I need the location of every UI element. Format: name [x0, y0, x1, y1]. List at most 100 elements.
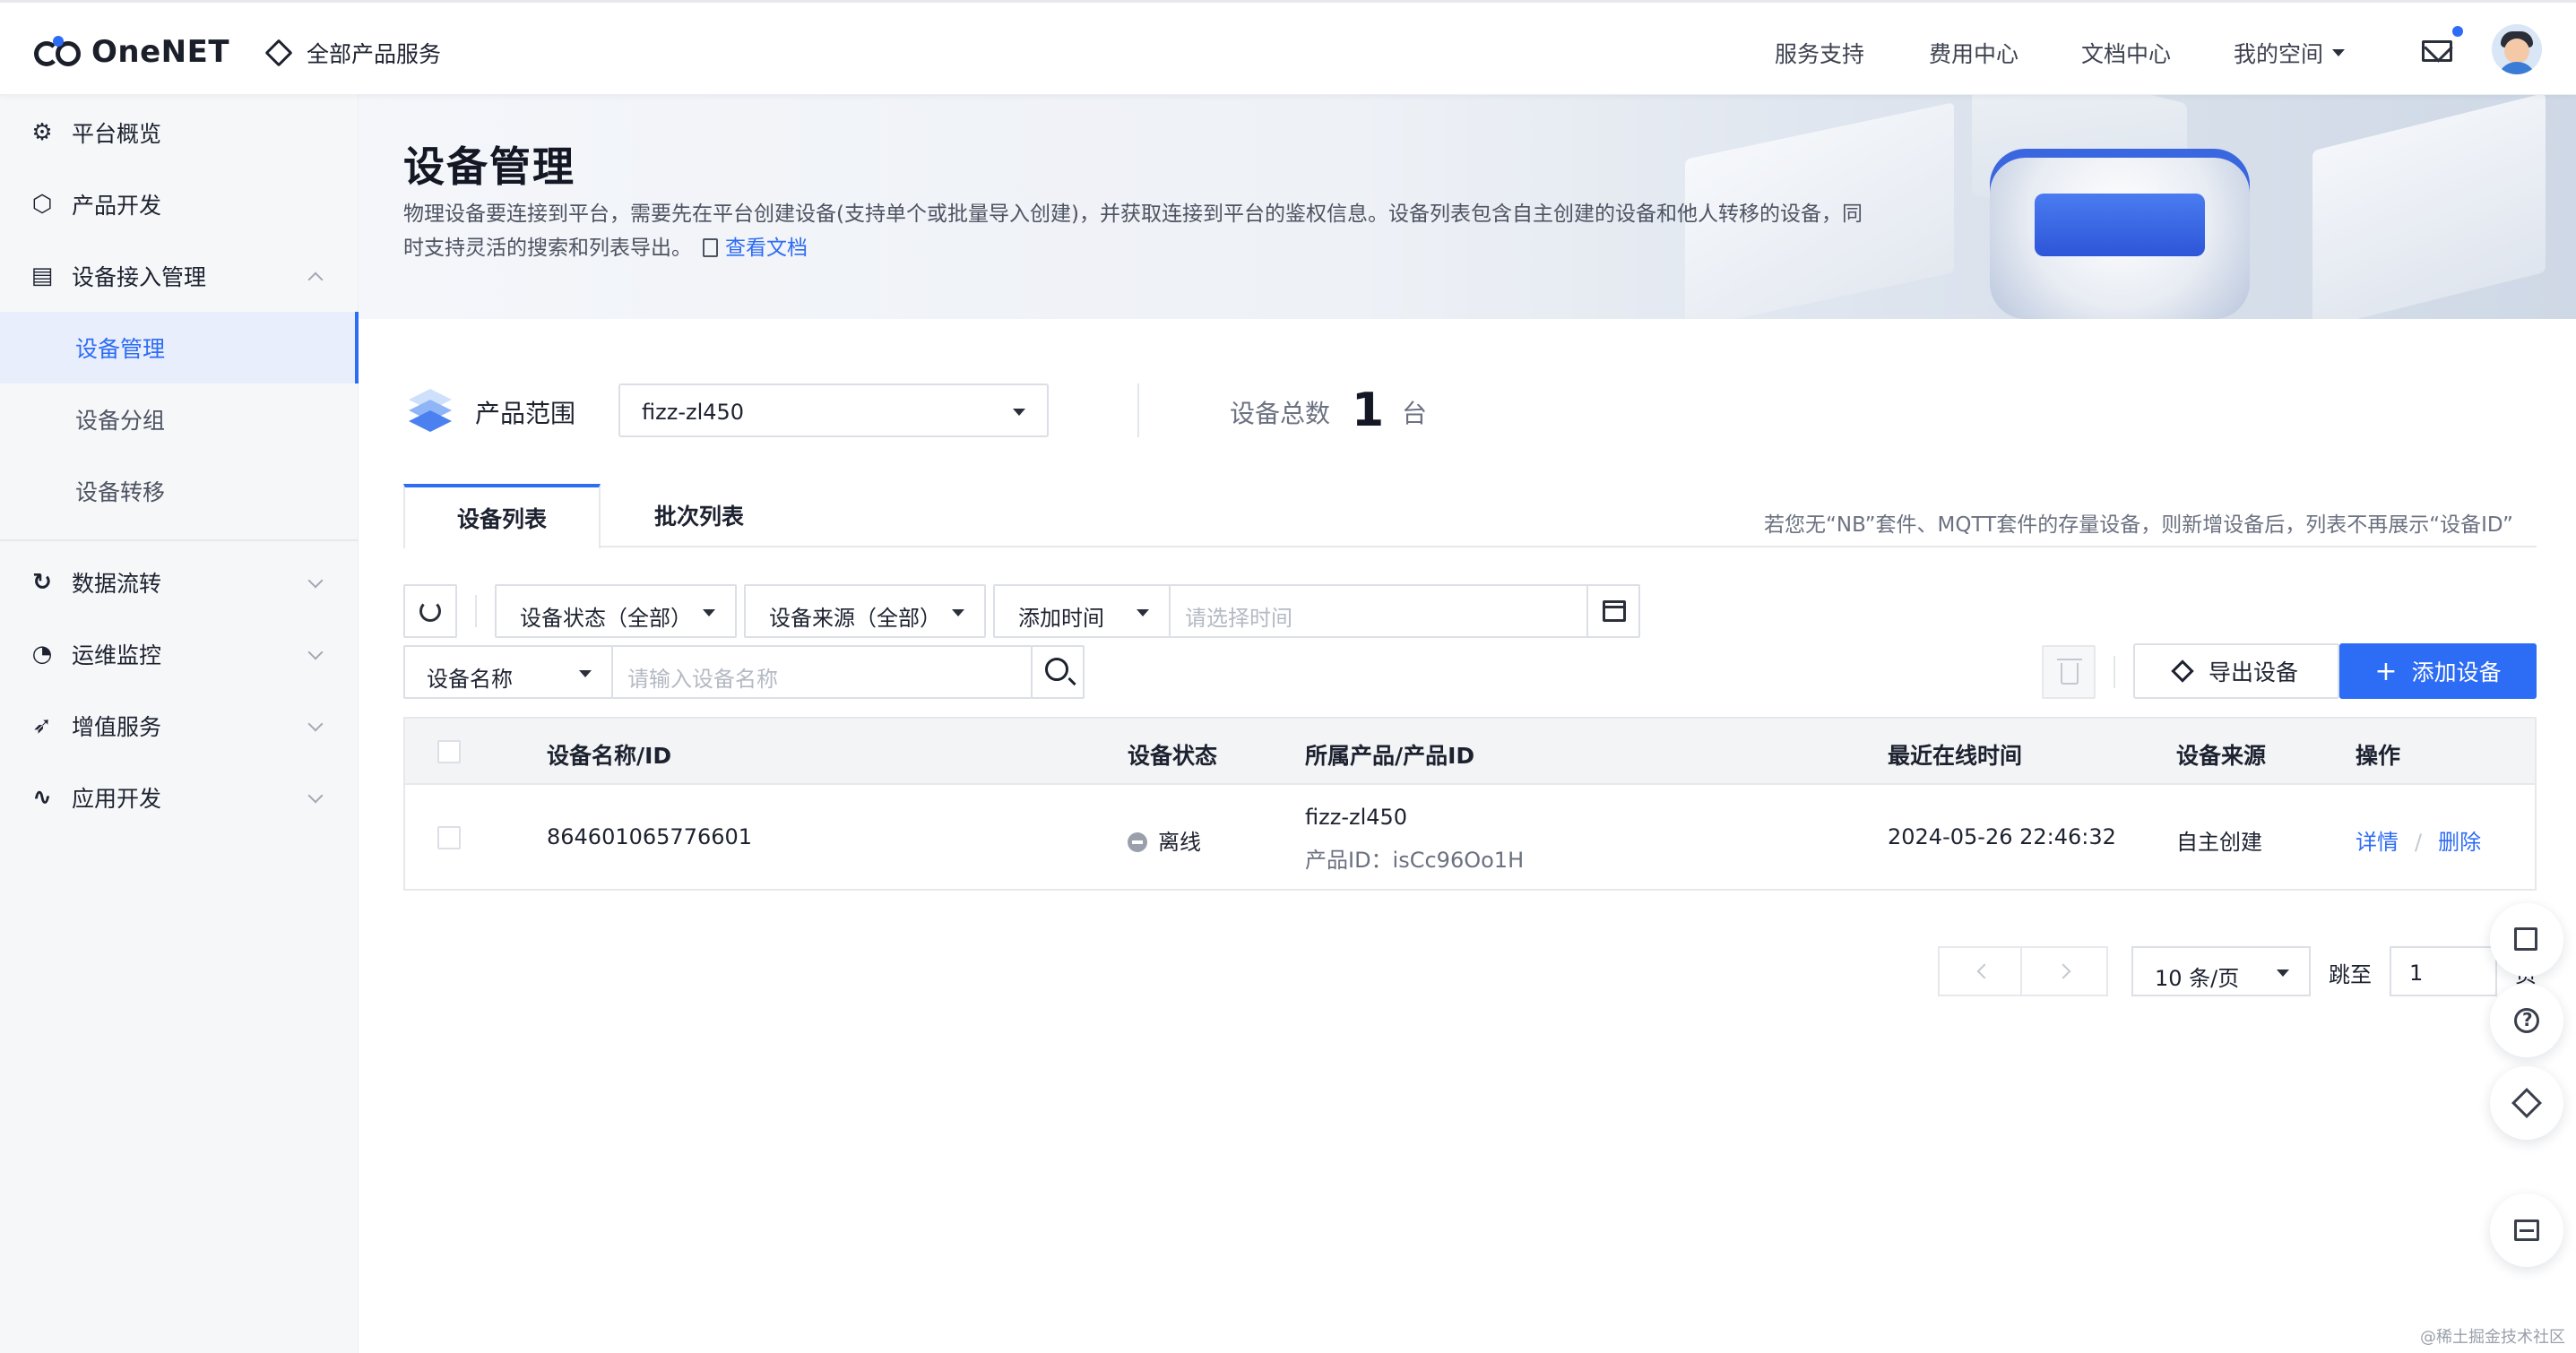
sidebar-item-app-dev[interactable]: ∿ 应用开发 — [0, 762, 359, 833]
sidebar-item-value-added[interactable]: ➶ 增值服务 — [0, 690, 359, 762]
caret-down-icon — [703, 609, 715, 616]
product-name: fizz-zl450 — [1305, 805, 1408, 830]
sidebar-subitem-device-group[interactable]: 设备分组 — [0, 383, 359, 455]
flow-icon: ↻ — [32, 569, 52, 596]
feedback-button[interactable] — [2490, 903, 2563, 977]
add-device-button[interactable]: + 添加设备 — [2339, 643, 2537, 699]
divider — [2114, 656, 2115, 688]
tabs-hint-text: 若您无“NB”套件、MQTT套件的存量设备，则新增设备后，列表不再展示“设备ID… — [1764, 513, 2513, 537]
sidebar-item-product-dev[interactable]: ⬡ 产品开发 — [0, 168, 359, 240]
divider — [475, 595, 477, 627]
status-filter-value: 设备状态（全部） — [520, 606, 692, 631]
table-header: 设备名称/ID 设备状态 所属产品/产品ID 最近在线时间 设备来源 操作 — [405, 719, 2535, 785]
avatar[interactable] — [2492, 24, 2542, 74]
logo-text: OneNET — [91, 34, 230, 70]
sidebar-item-label: 平台概览 — [72, 121, 162, 147]
sidebar-item-label: 应用开发 — [72, 786, 162, 812]
top-navbar: OneNET 全部产品服务 服务支持 费用中心 文档中心 我的空间 — [0, 0, 2576, 95]
search-button[interactable] — [1031, 645, 1085, 699]
table-row: 864601065776601 离线 fizz-zl450 产品ID：isCc9… — [405, 787, 2535, 889]
column-header-source[interactable]: 设备来源 — [2176, 738, 2266, 771]
delete-link[interactable]: 删除 — [2438, 830, 2481, 855]
nav-docs-center[interactable]: 文档中心 — [2081, 37, 2171, 69]
sidebar-item-device-access[interactable]: ▤ 设备接入管理 — [0, 240, 359, 312]
product-stack-icon — [409, 389, 452, 432]
product-select[interactable]: fizz-zl450 — [618, 383, 1049, 437]
back-to-top-button[interactable] — [2490, 1066, 2563, 1140]
row-checkbox[interactable] — [437, 826, 461, 849]
search-icon — [1045, 658, 1068, 681]
action-separator: / — [2415, 830, 2423, 855]
export-devices-button[interactable]: 导出设备 — [2133, 643, 2339, 699]
caret-down-icon — [2332, 49, 2346, 56]
caret-down-icon — [2277, 970, 2289, 977]
source-filter-value: 设备来源（全部） — [769, 606, 941, 631]
row-actions: 详情 / 删除 — [2356, 824, 2481, 856]
page-size-value: 10 条/页 — [2155, 966, 2240, 991]
all-products-menu[interactable]: 全部产品服务 — [264, 37, 442, 69]
name-type-select[interactable]: 设备名称 — [403, 645, 613, 699]
prev-page-button[interactable] — [1938, 946, 2022, 996]
my-space-label: 我的空间 — [2234, 41, 2324, 67]
time-type-select[interactable]: 添加时间 — [993, 584, 1171, 638]
name-type-value: 设备名称 — [427, 667, 513, 692]
nav-my-space[interactable]: 我的空间 — [2234, 37, 2346, 69]
onenet-logo-mark-icon — [34, 36, 86, 68]
sidebar-item-data-flow[interactable]: ↻ 数据流转 — [0, 547, 359, 618]
sidebar-divider — [0, 539, 359, 541]
sidebar-item-overview[interactable]: ⚙ 平台概览 — [0, 97, 359, 168]
device-status: 离线 — [1128, 824, 1201, 856]
collapse-icon — [2514, 1219, 2539, 1241]
last-online-time: 2024-05-26 22:46:32 — [1888, 824, 2116, 849]
detail-link[interactable]: 详情 — [2356, 830, 2399, 855]
help-button[interactable] — [2490, 984, 2563, 1057]
device-name: 864601065776601 — [547, 824, 753, 849]
send-icon: ➶ — [32, 712, 52, 739]
trash-icon — [2057, 659, 2082, 685]
column-header-product[interactable]: 所属产品/产品ID — [1305, 738, 1474, 771]
page-description: 物理设备要连接到平台，需要先在平台创建设备(支持单个或批量导入创建)，并获取连接… — [403, 197, 1873, 265]
tab-device-list[interactable]: 设备列表 — [403, 484, 601, 548]
source-filter-select[interactable]: 设备来源（全部） — [744, 584, 986, 638]
sidebar-item-ops-monitor[interactable]: ◔ 运维监控 — [0, 618, 359, 690]
product-select-value: fizz-zl450 — [642, 400, 745, 425]
sidebar-item-label: 数据流转 — [72, 571, 162, 597]
tab-batch-list[interactable]: 批次列表 — [601, 484, 798, 547]
monitor-icon: ◔ — [31, 641, 53, 668]
device-count-label: 设备总数 — [1230, 399, 1331, 428]
batch-delete-button[interactable] — [2042, 645, 2096, 699]
jump-page-value: 1 — [2409, 961, 2424, 986]
nav-billing-center[interactable]: 费用中心 — [1929, 37, 2018, 69]
caret-down-icon — [1013, 409, 1025, 416]
product-range-label: 产品范围 — [475, 399, 576, 428]
onenet-logo[interactable]: OneNET — [34, 32, 229, 72]
device-name-search-input[interactable]: 请输入设备名称 — [611, 645, 1033, 699]
column-header-name[interactable]: 设备名称/ID — [547, 738, 671, 771]
time-range-input[interactable]: 请选择时间 — [1169, 584, 1640, 638]
column-header-actions: 操作 — [2356, 743, 2401, 769]
sidebar-item-label: 设备接入管理 — [72, 264, 207, 290]
page-size-select[interactable]: 10 条/页 — [2131, 946, 2311, 996]
refresh-button[interactable] — [403, 584, 457, 638]
device-icon: ▤ — [30, 263, 54, 289]
next-page-button[interactable] — [2020, 946, 2108, 996]
edit-icon — [2514, 927, 2537, 951]
mail-icon[interactable] — [2422, 40, 2452, 62]
column-header-last-online[interactable]: 最近在线时间 — [1888, 738, 2022, 771]
view-docs-link[interactable]: 查看文档 — [725, 237, 808, 260]
select-all-checkbox[interactable] — [437, 740, 461, 763]
sidebar-subitem-device-management[interactable]: 设备管理 — [0, 312, 359, 383]
cube-icon: ⬡ — [31, 191, 53, 218]
calendar-button[interactable] — [1586, 586, 1638, 636]
diamond-icon — [264, 39, 293, 67]
all-products-label: 全部产品服务 — [307, 41, 442, 67]
column-header-status[interactable]: 设备状态 — [1128, 738, 1217, 771]
chevron-right-icon — [2055, 963, 2071, 979]
back-to-top-icon — [2511, 1088, 2542, 1118]
nav-service-support[interactable]: 服务支持 — [1775, 37, 1864, 69]
sidebar-subitem-device-transfer[interactable]: 设备转移 — [0, 455, 359, 527]
jump-page-input[interactable]: 1 — [2390, 946, 2497, 996]
status-filter-select[interactable]: 设备状态（全部） — [495, 584, 737, 638]
chevron-down-icon — [307, 573, 324, 589]
collapse-tools-button[interactable] — [2490, 1194, 2563, 1267]
